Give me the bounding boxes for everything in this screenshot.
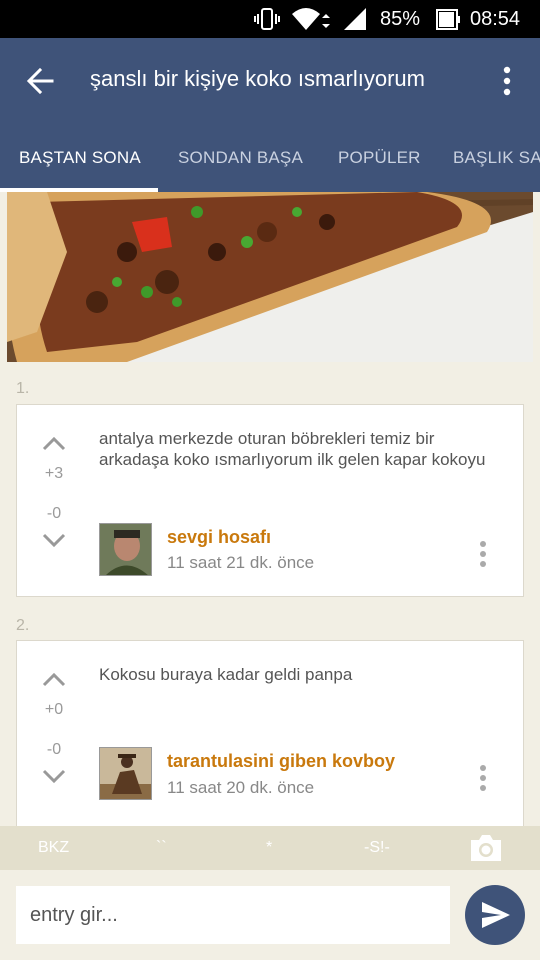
vote-down-icon[interactable] [37,763,71,789]
avatar[interactable] [99,747,152,800]
topic-image [7,192,533,362]
more-vert-icon[interactable] [473,759,493,799]
entry-number: 2. [16,617,30,634]
tab-bastan-sona[interactable]: BAŞTAN SONA [19,134,141,192]
clock: 08:54 [470,8,521,30]
vote-up-icon[interactable] [37,667,71,693]
battery-percent: 85% [380,8,421,30]
vote-box: +0 -0 [37,667,71,789]
bkz-button[interactable]: BKZ [38,826,69,870]
entry-input[interactable] [16,886,450,944]
author-name[interactable]: tarantulasini giben kovboy [167,751,395,772]
vibrate-icon [254,0,280,38]
sort-tabs: BAŞTAN SONA SONDAN BAŞA POPÜLER BAŞLIK S… [0,134,540,192]
format-toolbar: BKZ `` * -S!- [0,826,540,870]
spoiler-button[interactable]: -S!- [364,826,390,870]
battery-icon [434,0,464,38]
entry-text: Kokosu buraya kadar geldi panpa [99,665,353,684]
avatar[interactable] [99,523,152,576]
backtick-button[interactable]: `` [156,826,167,870]
camera-icon[interactable] [468,832,504,864]
upvote-count: +0 [44,701,64,718]
status-bar: 85% 08:54 [0,0,540,38]
composer [0,870,540,960]
entry-timestamp[interactable]: 11 saat 20 dk. önce [167,778,314,798]
topic-title: şanslı bir kişiye koko ısmarlıyorum [90,66,425,91]
upvote-count: +3 [44,465,64,482]
author-name[interactable]: sevgi hosafı [167,527,271,548]
tab-populer[interactable]: POPÜLER [338,134,421,192]
downvote-count: -0 [46,505,62,522]
tab-sondan-basa[interactable]: SONDAN BAŞA [178,134,303,192]
more-vert-icon[interactable] [492,58,522,104]
vote-up-icon[interactable] [37,431,71,457]
back-arrow-icon[interactable] [16,56,66,106]
more-vert-icon[interactable] [473,535,493,575]
downvote-count: -0 [46,741,62,758]
send-icon[interactable] [465,885,525,945]
entry-card: +0 -0 Kokosu buraya kadar geldi panpa ta… [16,640,524,840]
entry-text: antalya merkezde oturan böbrekleri temiz… [99,429,486,469]
tab-baslik[interactable]: BAŞLIK SA [453,134,540,192]
signal-icon [340,0,370,38]
wifi-icon [290,0,330,38]
vote-box: +3 -0 [37,431,71,553]
app-bar: şanslı bir kişiye koko ısmarlıyorum BAŞT… [0,38,540,192]
entry-card: +3 -0 antalya merkezde oturan böbrekleri… [16,404,524,597]
star-button[interactable]: * [266,826,272,870]
vote-down-icon[interactable] [37,527,71,553]
entry-number: 1. [16,380,30,397]
entry-timestamp[interactable]: 11 saat 21 dk. önce [167,553,314,573]
